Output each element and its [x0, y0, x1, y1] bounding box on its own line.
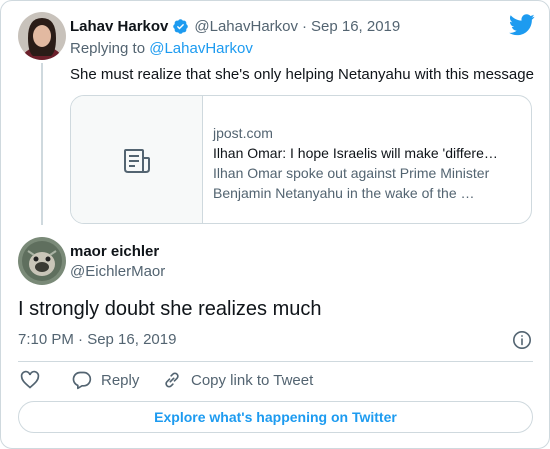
link-domain: jpost.com — [213, 125, 273, 141]
avatar[interactable] — [18, 12, 66, 60]
copy-link-button[interactable]: Copy link to Tweet — [162, 370, 313, 390]
tweet-text: I strongly doubt she realizes much — [18, 298, 322, 320]
replying-to: Replying to @LahavHarkov — [70, 40, 253, 57]
article-icon — [123, 148, 151, 179]
like-button[interactable] — [20, 370, 49, 390]
parent-tweet-header: Lahav Harkov @LahavHarkov · Sep 16, 2019 — [70, 18, 400, 35]
author-handle[interactable]: @EichlerMaor — [70, 263, 165, 280]
author-name[interactable]: maor eichler — [70, 243, 159, 260]
reply-button[interactable]: Reply — [72, 370, 139, 390]
link-preview-card[interactable]: jpost.com Ilhan Omar: I hope Israelis wi… — [70, 95, 532, 224]
copy-link-label: Copy link to Tweet — [191, 371, 314, 389]
thread-line — [41, 63, 43, 225]
link-description-line1: Ilhan Omar spoke out against Prime Minis… — [213, 165, 490, 181]
divider — [18, 361, 533, 362]
reply-icon — [72, 370, 101, 390]
info-icon[interactable] — [512, 330, 532, 355]
separator: · — [302, 18, 307, 35]
replying-prefix: Replying to — [70, 40, 146, 57]
avatar[interactable] — [18, 237, 66, 285]
verified-badge-icon — [172, 18, 189, 35]
replying-to-handle[interactable]: @LahavHarkov — [149, 40, 253, 57]
link-thumbnail — [71, 96, 203, 223]
tweet-date[interactable]: Sep 16, 2019 — [311, 18, 400, 35]
link-title: Ilhan Omar: I hope Israelis will make 'd… — [213, 145, 498, 161]
heart-icon — [20, 370, 49, 390]
explore-twitter-button[interactable]: Explore what's happening on Twitter — [18, 401, 533, 433]
twitter-bird-icon[interactable] — [509, 14, 535, 36]
link-description-line2: Benjamin Netanyahu in the wake of the … — [213, 185, 475, 201]
embedded-tweet-card: Lahav Harkov @LahavHarkov · Sep 16, 2019… — [0, 0, 550, 449]
reply-label: Reply — [101, 371, 140, 389]
tweet-timestamp[interactable]: 7:10 PM · Sep 16, 2019 — [18, 331, 176, 348]
link-icon — [162, 370, 191, 390]
author-handle[interactable]: @LahavHarkov — [194, 18, 298, 35]
explore-label: Explore what's happening on Twitter — [154, 409, 397, 425]
parent-tweet-text: She must realize that she's only helping… — [70, 66, 534, 83]
author-name[interactable]: Lahav Harkov — [70, 18, 168, 35]
